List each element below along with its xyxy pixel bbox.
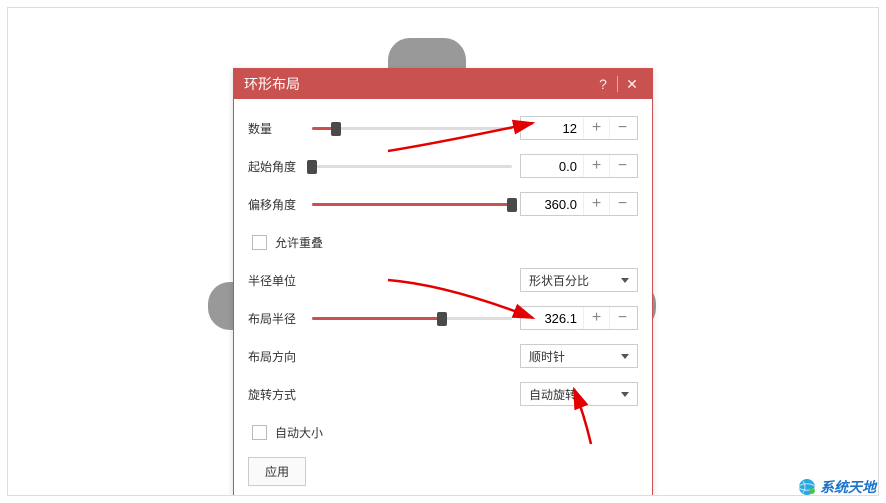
allow-overlap-label: 允许重叠 bbox=[275, 234, 323, 251]
minus-icon[interactable]: − bbox=[609, 117, 635, 139]
count-slider[interactable] bbox=[312, 120, 512, 136]
count-input[interactable] bbox=[521, 117, 583, 139]
dialog-titlebar[interactable]: 环形布局 ? ✕ bbox=[234, 69, 652, 99]
plus-icon[interactable]: + bbox=[583, 307, 609, 329]
plus-icon[interactable]: + bbox=[583, 155, 609, 177]
chevron-down-icon bbox=[621, 354, 629, 359]
direction-label: 布局方向 bbox=[248, 348, 308, 365]
watermark: 系统天地 bbox=[798, 477, 876, 497]
offset-angle-slider[interactable] bbox=[312, 196, 512, 212]
globe-icon bbox=[798, 478, 816, 496]
chevron-down-icon bbox=[621, 278, 629, 283]
direction-value: 顺时针 bbox=[529, 348, 565, 365]
start-angle-input[interactable] bbox=[521, 155, 583, 177]
minus-icon[interactable]: − bbox=[609, 155, 635, 177]
dialog-title: 环形布局 bbox=[244, 69, 593, 99]
start-angle-slider[interactable] bbox=[312, 158, 512, 174]
start-angle-label: 起始角度 bbox=[248, 158, 308, 175]
plus-icon[interactable]: + bbox=[583, 193, 609, 215]
plus-icon[interactable]: + bbox=[583, 117, 609, 139]
ring-layout-dialog: 环形布局 ? ✕ 数量 + − 起 bbox=[233, 68, 653, 496]
minus-icon[interactable]: − bbox=[609, 307, 635, 329]
start-angle-spinner: + − bbox=[520, 154, 638, 178]
row-rotate-mode: 旋转方式 自动旋转 bbox=[248, 381, 638, 407]
radius-unit-select[interactable]: 形状百分比 bbox=[520, 268, 638, 292]
slider-thumb[interactable] bbox=[307, 160, 317, 174]
checkbox-icon[interactable] bbox=[252, 425, 267, 440]
chevron-down-icon bbox=[621, 392, 629, 397]
checkbox-icon[interactable] bbox=[252, 235, 267, 250]
allow-overlap-checkbox[interactable]: 允许重叠 bbox=[252, 234, 323, 251]
titlebar-divider bbox=[617, 76, 618, 92]
auto-size-checkbox[interactable]: 自动大小 bbox=[252, 424, 323, 441]
row-count: 数量 + − bbox=[248, 115, 638, 141]
auto-size-label: 自动大小 bbox=[275, 424, 323, 441]
offset-angle-label: 偏移角度 bbox=[248, 196, 308, 213]
dialog-body: 数量 + − 起始角度 bbox=[234, 99, 652, 496]
close-icon[interactable]: ✕ bbox=[622, 69, 642, 99]
rotate-mode-select[interactable]: 自动旋转 bbox=[520, 382, 638, 406]
row-start-angle: 起始角度 + − bbox=[248, 153, 638, 179]
rotate-mode-label: 旋转方式 bbox=[248, 386, 308, 403]
minus-icon[interactable]: − bbox=[609, 193, 635, 215]
row-apply: 应用 bbox=[248, 457, 638, 486]
apply-button[interactable]: 应用 bbox=[248, 457, 306, 486]
layout-radius-label: 布局半径 bbox=[248, 310, 308, 327]
radius-unit-label: 半径单位 bbox=[248, 272, 308, 289]
canvas-frame: 环形布局 ? ✕ 数量 + − 起 bbox=[7, 7, 879, 496]
layout-radius-input[interactable] bbox=[521, 307, 583, 329]
direction-select[interactable]: 顺时针 bbox=[520, 344, 638, 368]
offset-angle-input[interactable] bbox=[521, 193, 583, 215]
row-layout-radius: 布局半径 + − bbox=[248, 305, 638, 331]
slider-thumb[interactable] bbox=[437, 312, 447, 326]
offset-angle-spinner: + − bbox=[520, 192, 638, 216]
layout-radius-slider[interactable] bbox=[312, 310, 512, 326]
row-auto-size: 自动大小 bbox=[248, 419, 638, 445]
slider-thumb[interactable] bbox=[331, 122, 341, 136]
slider-thumb[interactable] bbox=[507, 198, 517, 212]
row-radius-unit: 半径单位 形状百分比 bbox=[248, 267, 638, 293]
layout-radius-spinner: + − bbox=[520, 306, 638, 330]
count-spinner: + − bbox=[520, 116, 638, 140]
count-label: 数量 bbox=[248, 120, 308, 137]
watermark-text: 系统天地 bbox=[820, 477, 876, 497]
radius-unit-value: 形状百分比 bbox=[529, 272, 589, 289]
help-icon[interactable]: ? bbox=[593, 69, 613, 99]
rotate-mode-value: 自动旋转 bbox=[529, 386, 577, 403]
row-offset-angle: 偏移角度 + − bbox=[248, 191, 638, 217]
row-allow-overlap: 允许重叠 bbox=[248, 229, 638, 255]
row-direction: 布局方向 顺时针 bbox=[248, 343, 638, 369]
